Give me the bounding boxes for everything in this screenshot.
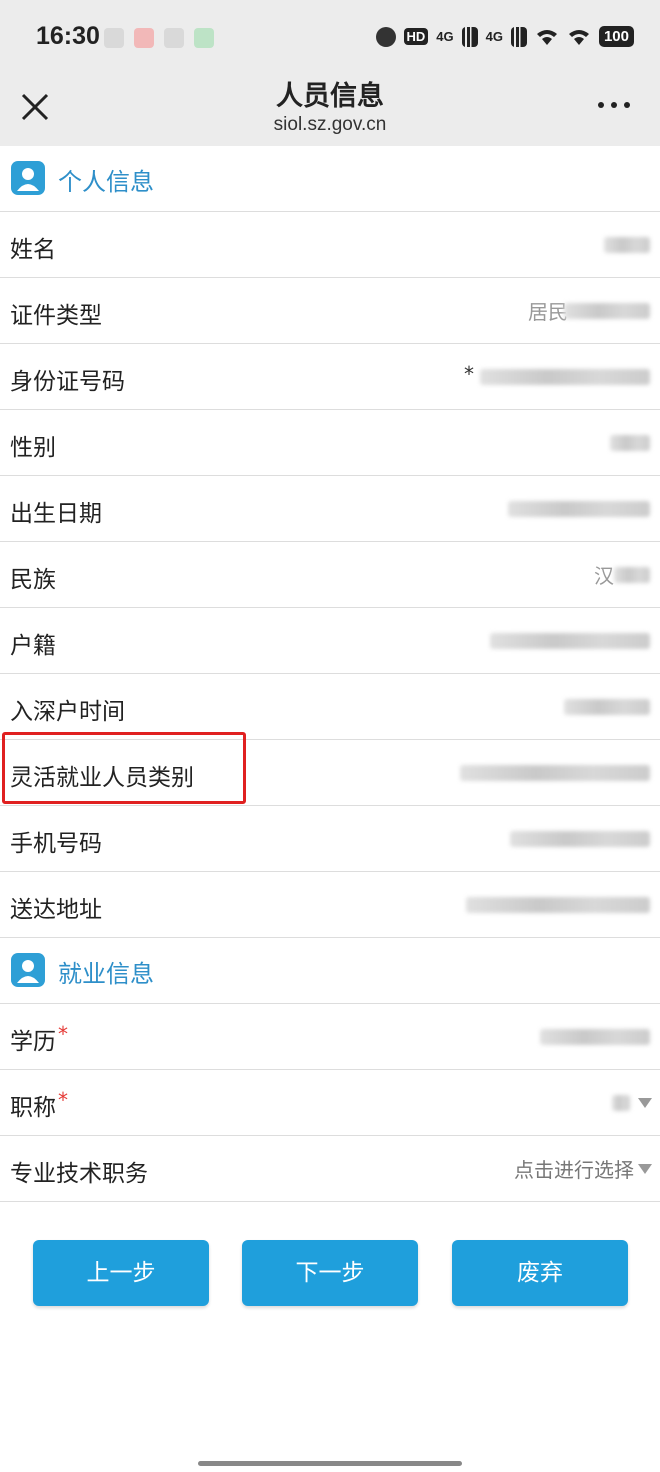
field-value-prefix: 汉 bbox=[594, 564, 614, 588]
status-time: 16:30 bbox=[36, 22, 100, 50]
field-value-prefix: 居民 bbox=[528, 300, 568, 324]
status-bar: 16:30 HD 4G 4G 100 bbox=[0, 0, 660, 76]
required-mark: * bbox=[58, 1088, 68, 1112]
alarm-icon bbox=[375, 26, 396, 47]
page-url: siol.sz.gov.cn bbox=[273, 114, 387, 135]
prev-step-button[interactable]: 上一步 bbox=[33, 1240, 209, 1306]
field-birth-date[interactable]: 出生日期 bbox=[0, 476, 660, 542]
field-label: 职称 * bbox=[10, 1088, 68, 1122]
field-label: 专业技术职务 bbox=[10, 1161, 148, 1187]
battery-indicator: 100 bbox=[598, 26, 634, 47]
redacted-value bbox=[466, 897, 650, 913]
signal-icon-2 bbox=[510, 26, 527, 47]
redacted-value bbox=[490, 633, 650, 649]
field-label: 出生日期 bbox=[10, 501, 102, 527]
field-household-registration[interactable]: 户籍 bbox=[0, 608, 660, 674]
field-ethnicity[interactable]: 民族 汉 bbox=[0, 542, 660, 608]
next-step-button[interactable]: 下一步 bbox=[242, 1240, 418, 1306]
field-gender[interactable]: 性别 bbox=[0, 410, 660, 476]
form-content: 个人信息 姓名 证件类型 居民 身份证号码 * 性别 出生日期 民族 汉 户籍 … bbox=[0, 146, 660, 1202]
network-4g-2: 4G bbox=[485, 29, 503, 44]
field-settle-date[interactable]: 入深户时间 bbox=[0, 674, 660, 740]
person-icon bbox=[11, 161, 45, 195]
more-icon[interactable] bbox=[598, 102, 630, 108]
person-icon bbox=[11, 953, 45, 987]
field-professional-position[interactable]: 专业技术职务 点击进行选择 bbox=[0, 1136, 660, 1202]
redacted-value bbox=[612, 1095, 630, 1111]
field-label: 手机号码 bbox=[10, 831, 102, 857]
network-4g-1: 4G bbox=[436, 29, 454, 44]
field-education[interactable]: 学历 * bbox=[0, 1004, 660, 1070]
location-app-icon bbox=[134, 28, 154, 48]
select-placeholder[interactable]: 点击进行选择 bbox=[514, 1154, 634, 1183]
field-label: 送达地址 bbox=[10, 897, 102, 923]
wifi-icon bbox=[536, 29, 557, 45]
dropdown-caret-icon[interactable] bbox=[638, 1164, 652, 1174]
section-personal-info: 个人信息 bbox=[0, 146, 660, 212]
field-label: 姓名 bbox=[10, 237, 56, 263]
discard-button[interactable]: 废弃 bbox=[452, 1240, 628, 1306]
field-label: 户籍 bbox=[10, 633, 56, 659]
field-title-rank[interactable]: 职称 * bbox=[0, 1070, 660, 1136]
field-label: 入深户时间 bbox=[10, 699, 125, 725]
tv-app-icon bbox=[104, 28, 124, 48]
label-text: 职称 bbox=[10, 1095, 56, 1121]
redacted-value bbox=[540, 1029, 650, 1045]
page-title: 人员信息 bbox=[276, 81, 384, 112]
field-phone[interactable]: 手机号码 bbox=[0, 806, 660, 872]
section-employment-info: 就业信息 bbox=[0, 938, 660, 1004]
highlight-box bbox=[2, 732, 246, 804]
field-label: 民族 bbox=[10, 567, 56, 593]
redacted-value bbox=[460, 765, 650, 781]
home-indicator[interactable] bbox=[198, 1461, 462, 1466]
hd-label: HD bbox=[403, 28, 429, 45]
wifi-icon-2 bbox=[568, 29, 589, 45]
label-text: 学历 bbox=[10, 1029, 56, 1055]
navigation-bar: 人员信息 siol.sz.gov.cn bbox=[0, 76, 660, 146]
field-id-type[interactable]: 证件类型 居民 bbox=[0, 278, 660, 344]
redacted-value bbox=[604, 237, 650, 253]
field-label: 身份证号码 bbox=[10, 369, 125, 395]
redacted-value bbox=[480, 369, 650, 385]
home-app-icon bbox=[194, 28, 214, 48]
redacted-value bbox=[510, 831, 650, 847]
action-bar: 上一步 下一步 废弃 bbox=[0, 1240, 660, 1306]
field-name[interactable]: 姓名 bbox=[0, 212, 660, 278]
field-value-prefix: * bbox=[464, 362, 474, 386]
redacted-value bbox=[508, 501, 650, 517]
section-title: 就业信息 bbox=[58, 960, 154, 988]
notification-icons bbox=[104, 28, 214, 48]
field-label: 性别 bbox=[10, 435, 56, 461]
field-label: 证件类型 bbox=[10, 303, 102, 329]
required-mark: * bbox=[58, 1022, 68, 1046]
redacted-value bbox=[564, 699, 650, 715]
redacted-value bbox=[614, 567, 650, 583]
redacted-value bbox=[610, 435, 650, 451]
signal-icon bbox=[461, 26, 478, 47]
field-address[interactable]: 送达地址 bbox=[0, 872, 660, 938]
field-id-number[interactable]: 身份证号码 * bbox=[0, 344, 660, 410]
link-app-icon bbox=[164, 28, 184, 48]
status-right: HD 4G 4G 100 bbox=[375, 26, 634, 47]
field-label: 学历 * bbox=[10, 1022, 68, 1056]
redacted-value bbox=[564, 303, 650, 319]
section-title: 个人信息 bbox=[58, 168, 154, 196]
dropdown-caret-icon[interactable] bbox=[638, 1098, 652, 1108]
